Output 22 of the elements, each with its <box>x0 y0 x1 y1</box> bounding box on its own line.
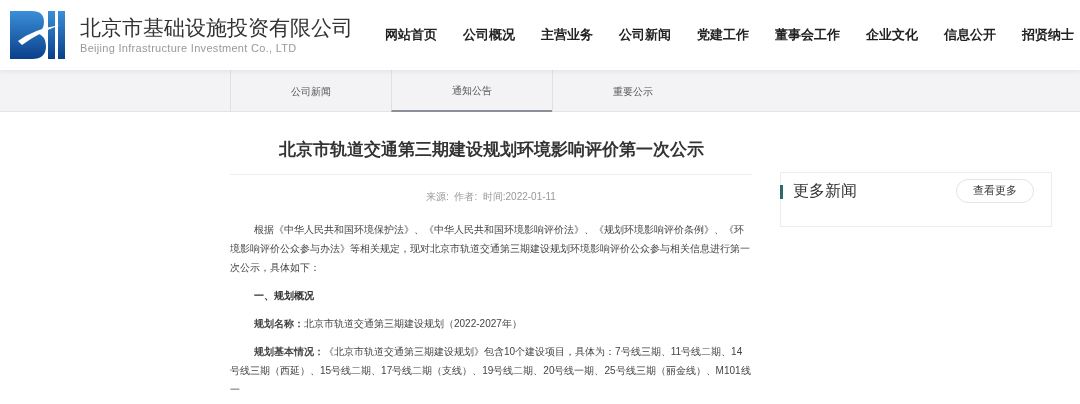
article-meta: 来源: 作者: 时间:2022-01-11 <box>425 190 557 204</box>
nav-link[interactable]: 企业文化 <box>866 25 918 45</box>
article-title: 北京市轨道交通第三期建设规划环境影响评价第一次公示 <box>277 139 705 161</box>
sub-tab[interactable]: 重要公示 <box>552 70 713 112</box>
article-paragraph: 根据《中华人民共和国环境保护法》、《中华人民共和国环境影响评价法》、《规划环境影响评价条例》、《环境影响评价公众参与办法》等相关规定，现对北京市轨道交通第三期建设规划环境影响评价公众参与相关信息进行第一次公示，具体如下： <box>230 223 751 275</box>
nav-link[interactable]: 董事会工作 <box>775 25 840 45</box>
company-logo <box>10 11 66 59</box>
sub-tab[interactable]: 通知公告 <box>391 70 552 112</box>
nav-link[interactable]: 党建工作 <box>697 25 749 45</box>
nav-link[interactable]: 公司概况 <box>463 25 515 45</box>
nav-link[interactable]: 招贤纳士 <box>1022 25 1074 45</box>
company-name: 北京市基础设施投资有限公司 <box>80 15 353 41</box>
company-name-english: Beijing Infrastructure Investment Co., LTD <box>80 41 298 55</box>
nav-link[interactable]: 主营业务 <box>541 25 593 45</box>
article-paragraph: 规划基本情况：《北京市轨道交通第三期建设规划》包含10个建设项目，具体为：7号线三期、11号线二期、14号线三期（西延）、15号线二期、17号线二期（支线）、19号线二期、20号线一期、25号线三期（丽金线）、M101线一 <box>230 345 752 397</box>
nav-link[interactable]: 信息公开 <box>944 25 996 45</box>
sidebar-title: 更多新闻 <box>793 180 857 201</box>
section-heading: 一、规划概况 <box>253 289 315 303</box>
sub-tab[interactable]: 公司新闻 <box>230 70 391 112</box>
nav-link[interactable]: 网站首页 <box>385 25 437 45</box>
article-paragraph: 规划名称：北京市轨道交通第三期建设规划（2022-2027年） <box>253 317 523 331</box>
nav-link[interactable]: 公司新闻 <box>619 25 671 45</box>
